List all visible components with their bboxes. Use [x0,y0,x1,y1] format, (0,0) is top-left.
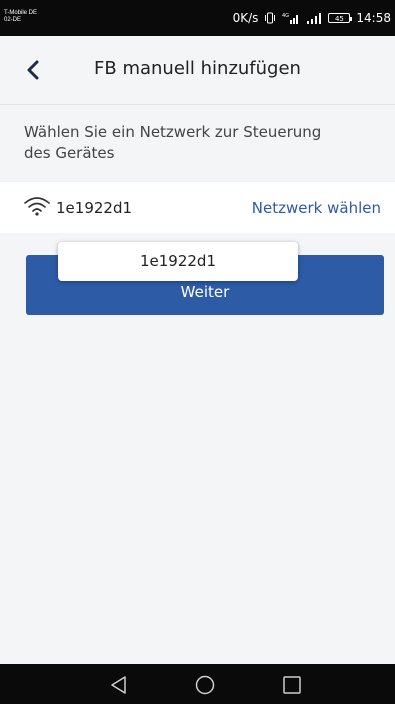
nav-recents-icon[interactable] [281,674,303,696]
network-name: 1e1922d1 [56,199,133,217]
signal-icon [306,12,322,24]
status-time: 14:58 [356,11,391,25]
carrier-name: T-Mobile DE 02-DE [4,10,37,24]
instruction-text: Wählen Sie ein Netzwerk zur Steuerung de… [24,123,322,162]
vibrate-icon [264,12,276,24]
net-speed: 0K/s [232,11,259,25]
instruction-section: Wählen Sie ein Netzwerk zur Steuerung de… [0,105,395,182]
carrier-line-2: 02-DE [4,17,22,23]
system-nav-bar [0,664,395,704]
back-button[interactable] [22,58,46,82]
network-name-tooltip: 1e1922d1 [58,242,298,281]
nav-back-icon[interactable] [108,674,130,696]
wifi-icon [24,197,50,216]
network-row[interactable]: 1e1922d1 Netzwerk wählen [0,183,395,233]
status-indicators: 0K/s 4G 45 14:58 [233,10,391,26]
battery-level: 45 [334,15,344,23]
battery-icon: 45 [328,13,353,23]
continue-button-label: Weiter [180,283,230,301]
status-bar: T-Mobile DE 02-DE 0K/s 4G 45 14:58 [0,0,395,36]
carrier-line-1: T-Mobile DE [4,10,38,16]
content-area: Weiter [0,233,395,664]
signal-4g-icon: 4G [282,12,300,24]
nav-home-icon[interactable] [194,674,216,696]
page-title: FB manuell hinzufügen [94,58,301,79]
app-header: FB manuell hinzufügen [0,36,395,105]
choose-network-link[interactable]: Netzwerk wählen [252,199,381,217]
chevron-left-icon [27,60,39,80]
svg-text:4G: 4G [282,13,289,19]
